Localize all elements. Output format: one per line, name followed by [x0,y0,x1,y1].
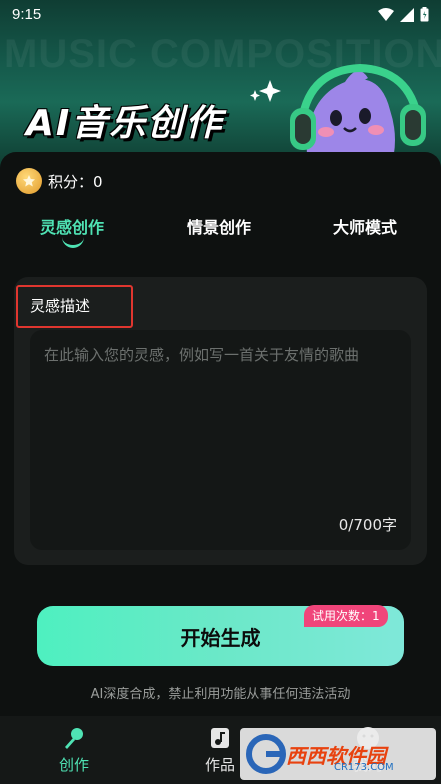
points-display: 积分：0 [16,168,103,194]
watermark-logo: 西西软件园 CR173.COM [240,728,436,780]
watermark-domain: CR173.COM [334,762,394,773]
trial-count-badge: 试用次数：1 [304,605,388,627]
inspiration-label: 灵感描述 [16,285,133,328]
status-time: 9:15 [12,6,42,23]
nav-label-create: 创作 [58,756,89,774]
character-counter: 0/700字 [338,516,397,534]
nav-item-create[interactable]: 创作 [34,716,114,784]
disclaimer-text: AI深度合成，禁止利用功能从事任何违法活动 [90,687,351,702]
points-label: 积分：0 [48,172,103,191]
music-note-icon [211,728,229,748]
tab-master-mode[interactable]: 大师模式 [333,214,397,238]
tab-scenario[interactable]: 情景创作 [187,214,251,238]
nav-label-works: 作品 [204,756,235,774]
status-bar: 9:15 [0,0,441,30]
logo-g-icon [246,734,286,774]
hero-banner: 9:15 MUSIC COMPOSITION AI音乐创作 [0,0,441,170]
start-generate-label: 开始生成 [180,625,261,650]
microphone-icon [65,728,83,749]
status-icons [378,7,429,22]
signal-icon [400,7,414,22]
battery-icon [420,7,429,22]
wifi-icon [378,7,394,21]
tab-inspiration[interactable]: 灵感创作 [40,214,104,238]
star-coin-icon [16,168,42,194]
page-title: AI音乐创作 [26,103,224,144]
